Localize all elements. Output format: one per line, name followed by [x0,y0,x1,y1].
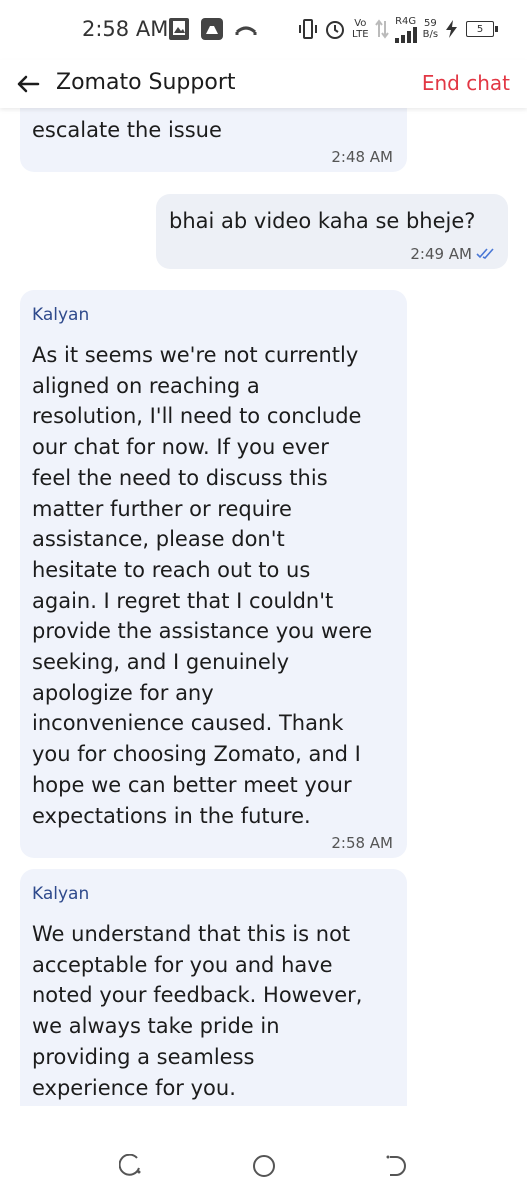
volte-icon: Vo LTE [352,18,369,40]
message-time: 2:58 AM [331,834,393,852]
message-text: bhai ab video kaha se bheje? [169,209,476,233]
signal-icon [394,26,417,43]
message-text: escalate the issue [32,118,222,142]
read-receipt-icon [476,248,494,259]
chat-title: Zomato Support [56,70,236,95]
message-time: 2:49 AM [410,245,472,263]
signal-group: R4G [394,15,417,43]
user-message: bhai ab video kaha se bheje? 2:49 AM [156,194,508,269]
charging-icon [446,20,458,38]
back-icon[interactable] [384,1154,408,1178]
missed-call-icon [235,26,257,35]
chat-header: Zomato Support End chat [0,60,527,108]
chat-thread[interactable]: escalate the issue 2:48 AM bhai ab video… [0,108,527,1106]
end-chat-button[interactable]: End chat [422,71,510,95]
net-speed-value: 59 [423,18,437,29]
status-bar: 2:58 AM Vo LTE R4G 59 B/s 5 [0,0,527,60]
image-icon [169,18,189,40]
home-icon[interactable] [252,1154,276,1178]
message-time: 2:48 AM [331,148,393,166]
message-text: As it seems we're not currently aligned … [32,343,373,828]
sender-name: Kalyan [32,305,90,325]
support-message: Kalyan We understand that this is not ac… [20,869,407,1106]
support-message: Kalyan As it seems we're not currently a… [20,290,407,858]
system-icons: Vo LTE R4G 59 B/s 5 [298,12,499,46]
battery-icon: 5 [466,21,499,37]
battery-level: 5 [476,23,484,35]
back-arrow-icon[interactable] [14,70,42,98]
recents-icon[interactable] [119,1154,143,1178]
net-speed: 59 B/s [423,18,438,40]
status-time: 2:58 AM [82,17,169,41]
navigation-bar [0,1106,527,1200]
network-type: R4G [395,15,417,27]
data-arrows-icon [374,19,389,39]
support-message: escalate the issue 2:48 AM [20,108,407,172]
drive-icon [201,18,223,40]
sender-name: Kalyan [32,884,90,904]
alarm-icon [326,21,344,39]
net-speed-unit: B/s [422,29,439,40]
vibrate-icon [299,19,317,39]
notification-icons [168,16,258,42]
message-text: We understand that this is not acceptabl… [32,922,363,1100]
